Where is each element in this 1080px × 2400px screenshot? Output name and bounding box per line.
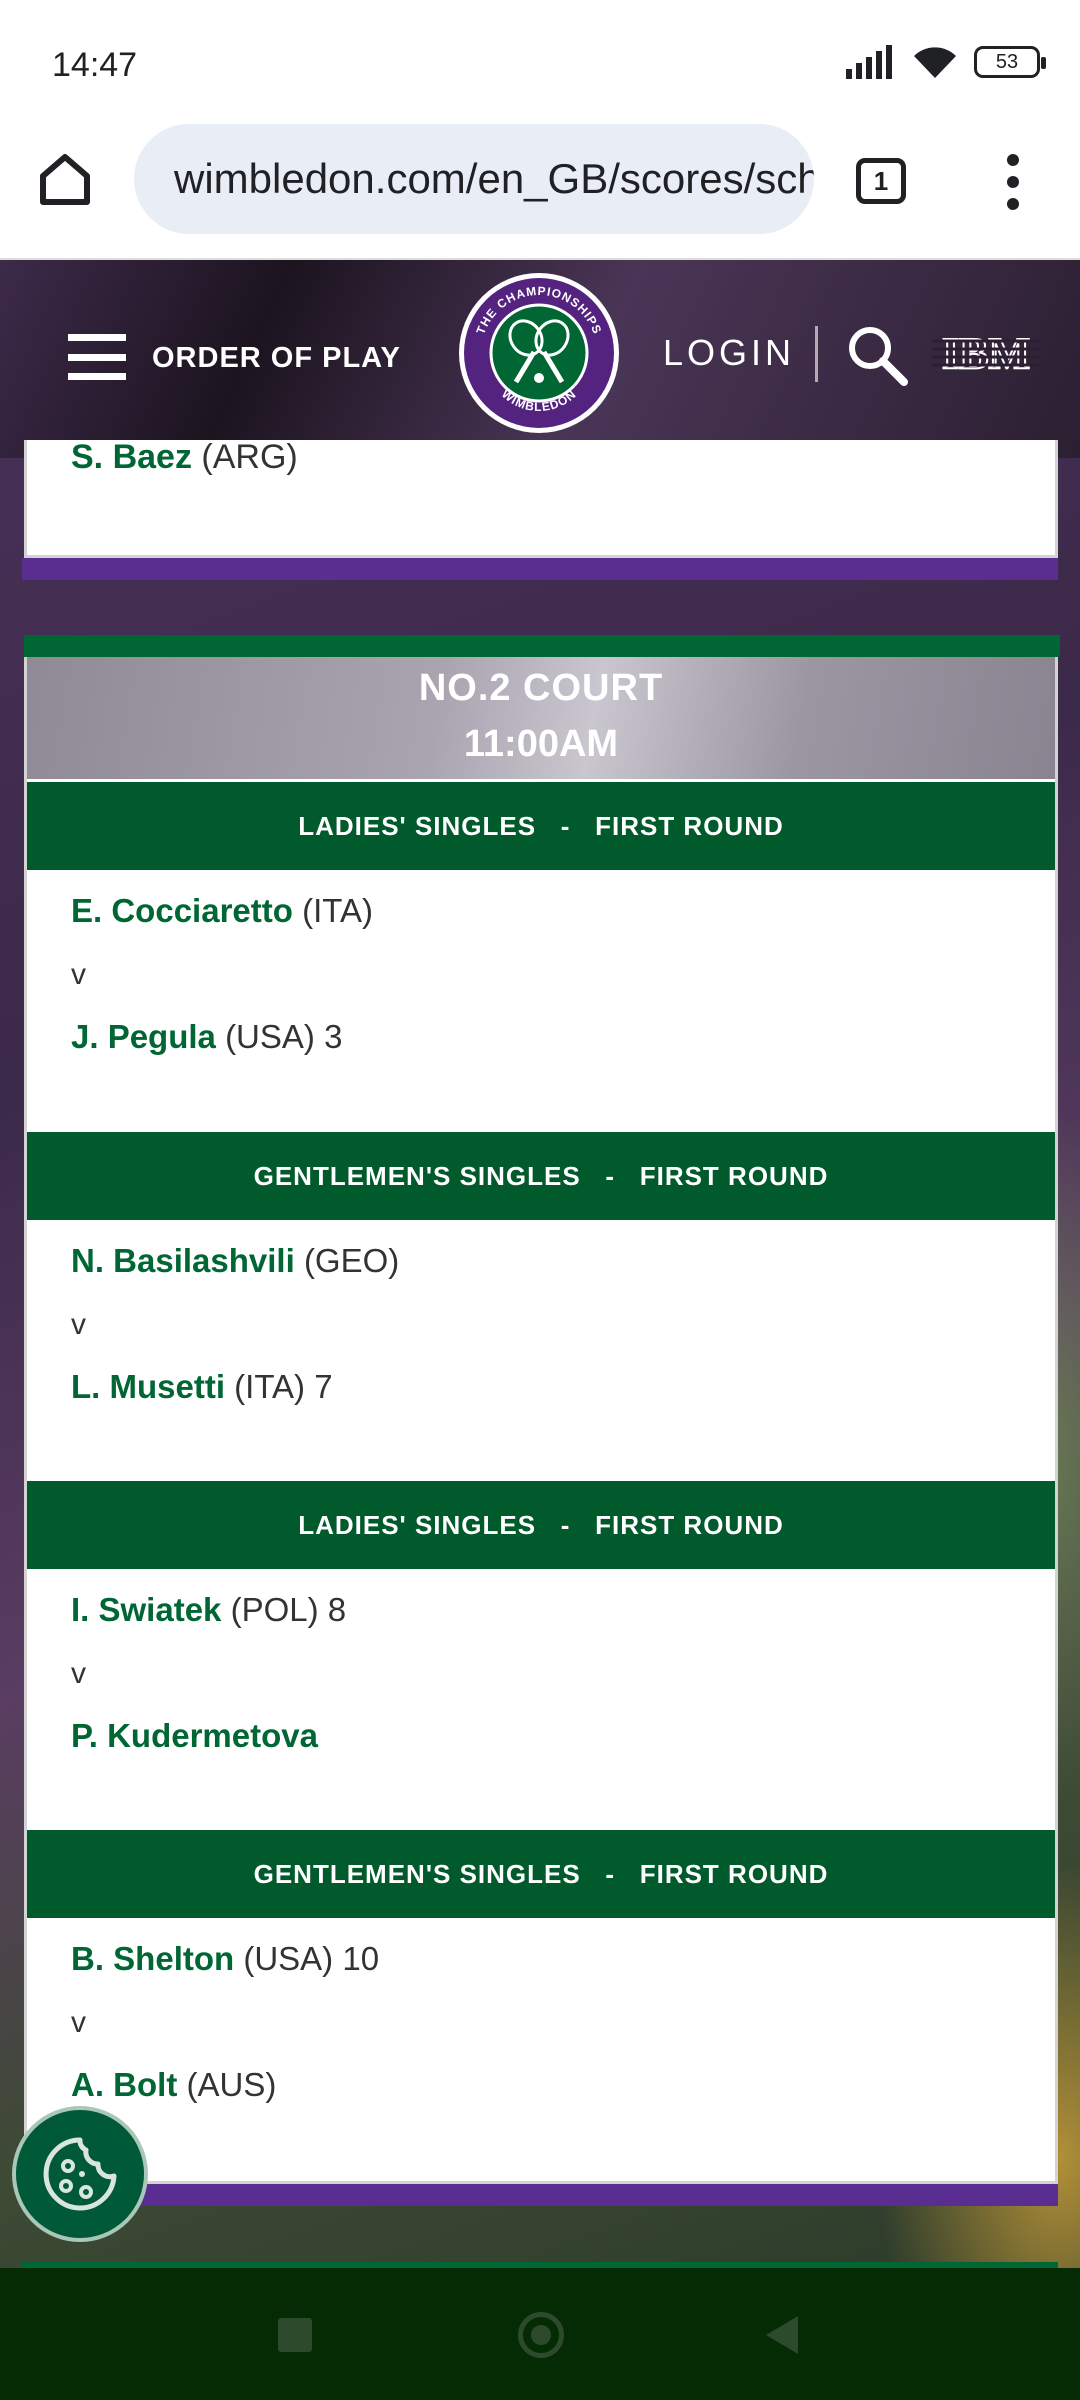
address-bar[interactable]: wimbledon.com/en_GB/scores/schedule/: [134, 124, 814, 234]
status-icons: 53: [846, 44, 1046, 80]
match-event-header: LADIES' SINGLES - FIRST ROUND: [27, 1481, 1055, 1569]
player-info: (USA) 10: [243, 1940, 380, 1977]
player-name[interactable]: L. Musetti: [71, 1368, 225, 1405]
player-entry[interactable]: J. Pegula (USA) 3: [71, 1018, 342, 1056]
previous-court-card: S. Baez (ARG): [24, 438, 1058, 558]
player-entry[interactable]: N. Basilashvili (GEO): [71, 1242, 399, 1280]
player-entry[interactable]: P. Kudermetova: [71, 1717, 318, 1755]
url-text[interactable]: wimbledon.com/en_GB/scores/schedule/: [174, 155, 814, 203]
versus-label: v: [71, 1308, 86, 1341]
court-divider-bar: [22, 2184, 1058, 2206]
versus-label: v: [71, 2006, 86, 2039]
player-country: (ARG): [201, 438, 298, 476]
court-divider-bar: [22, 558, 1058, 580]
player-name[interactable]: B. Shelton: [71, 1940, 234, 1977]
player-info: (ITA): [302, 892, 373, 929]
cookie-settings-button[interactable]: [12, 2106, 148, 2242]
header-divider: [815, 326, 818, 382]
back-button[interactable]: [766, 2316, 798, 2354]
site-header: ORDER OF PLAY THE CHAMPIONSHIPS WIMBLEDO…: [0, 260, 1080, 458]
signal-icon: [846, 45, 892, 79]
player-entry[interactable]: A. Bolt (AUS): [71, 2066, 276, 2104]
browser-toolbar: wimbledon.com/en_GB/scores/schedule/ 1: [0, 120, 1080, 260]
system-nav-bar: [0, 2268, 1080, 2400]
player-info: (AUS): [186, 2066, 277, 2103]
tab-switcher-button[interactable]: 1: [856, 158, 906, 204]
player-name[interactable]: S. Baez: [71, 438, 192, 476]
ibm-logo-text: IBM: [942, 329, 1030, 376]
wifi-icon: [914, 47, 956, 78]
match-event-header: GENTLEMEN'S SINGLES - FIRST ROUND: [27, 1132, 1055, 1220]
recents-button[interactable]: [278, 2318, 312, 2352]
court-card: NO.2 COURT 11:00AM LADIES' SINGLES - FIR…: [24, 635, 1060, 2184]
player-name[interactable]: A. Bolt: [71, 2066, 177, 2103]
player-name[interactable]: J. Pegula: [71, 1018, 216, 1055]
player-info: (ITA) 7: [234, 1368, 333, 1405]
tab-count: 1: [873, 165, 889, 196]
battery-icon: 53: [974, 46, 1046, 78]
order-of-play-label[interactable]: ORDER OF PLAY: [152, 342, 401, 375]
player-entry[interactable]: L. Musetti (ITA) 7: [71, 1368, 333, 1406]
player-name[interactable]: E. Cocciaretto: [71, 892, 293, 929]
player-entry[interactable]: S. Baez (ARG): [71, 438, 298, 477]
search-icon[interactable]: [846, 324, 910, 388]
login-link[interactable]: LOGIN: [663, 332, 795, 374]
battery-level: 53: [995, 50, 1019, 73]
home-icon: [40, 154, 90, 205]
player-name[interactable]: I. Swiatek: [71, 1591, 221, 1628]
wimbledon-logo[interactable]: THE CHAMPIONSHIPS WIMBLEDON: [456, 270, 622, 436]
player-entry[interactable]: E. Cocciaretto (ITA): [71, 892, 373, 930]
player-name[interactable]: P. Kudermetova: [71, 1717, 318, 1754]
player-info: (GEO): [303, 1242, 400, 1279]
versus-label: v: [71, 1657, 86, 1690]
court-header: NO.2 COURT 11:00AM: [27, 657, 1055, 779]
match-event-header: LADIES' SINGLES - FIRST ROUND: [27, 782, 1055, 870]
cookie-icon: [43, 2137, 117, 2211]
ibm-logo[interactable]: IBM: [932, 328, 1040, 376]
home-button[interactable]: [34, 148, 96, 210]
more-vert-icon[interactable]: [995, 154, 1031, 210]
player-info: (POL) 8: [230, 1591, 347, 1628]
hamburger-icon[interactable]: [68, 334, 126, 380]
match-event-header: GENTLEMEN'S SINGLES - FIRST ROUND: [27, 1830, 1055, 1918]
player-info: (USA) 3: [225, 1018, 343, 1055]
court-name: NO.2 COURT: [418, 667, 664, 709]
court-top-accent: [24, 635, 1060, 657]
court-start-time: 11:00AM: [463, 723, 619, 765]
player-entry[interactable]: B. Shelton (USA) 10: [71, 1940, 379, 1978]
status-time: 14:47: [52, 46, 138, 84]
home-nav-button[interactable]: [518, 2312, 564, 2358]
player-name[interactable]: N. Basilashvili: [71, 1242, 295, 1279]
player-entry[interactable]: I. Swiatek (POL) 8: [71, 1591, 346, 1629]
versus-label: v: [71, 958, 86, 991]
status-bar: 14:47 53: [0, 0, 1080, 120]
